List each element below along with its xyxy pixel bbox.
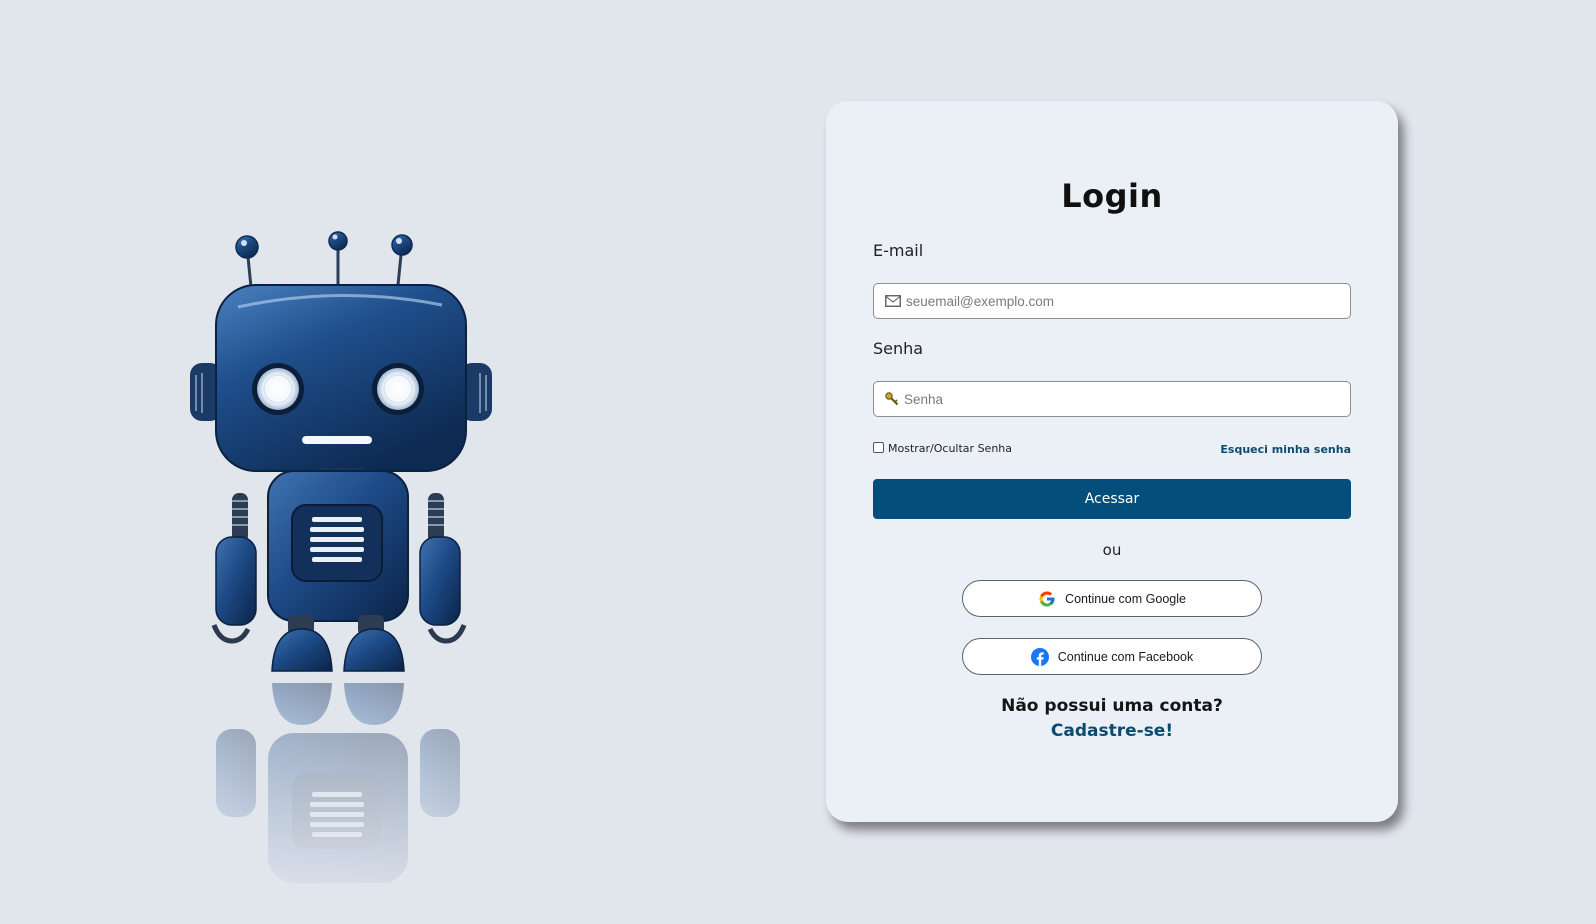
email-label: E-mail bbox=[873, 241, 924, 260]
password-label: Senha bbox=[873, 339, 924, 358]
forgot-password-link[interactable]: Esqueci minha senha bbox=[1220, 443, 1351, 456]
key-icon bbox=[885, 392, 899, 406]
email-field[interactable] bbox=[873, 283, 1351, 319]
signup-link[interactable]: Cadastre-se! bbox=[826, 721, 1398, 741]
login-card: Login E-mail Senha Mostrar/Ocultar Senha… bbox=[826, 101, 1398, 822]
email-input[interactable] bbox=[906, 293, 1326, 309]
robot-image bbox=[180, 231, 510, 915]
show-password-label[interactable]: Mostrar/Ocultar Senha bbox=[888, 442, 1012, 455]
facebook-login-button[interactable]: Continue com Facebook bbox=[962, 638, 1262, 675]
submit-button[interactable]: Acessar bbox=[873, 479, 1351, 519]
or-divider: ou bbox=[1102, 541, 1122, 559]
show-password-toggle[interactable]: Mostrar/Ocultar Senha bbox=[873, 441, 1012, 455]
password-field[interactable] bbox=[873, 381, 1351, 417]
google-button-label: Continue com Google bbox=[1065, 591, 1186, 606]
facebook-button-label: Continue com Facebook bbox=[1057, 649, 1194, 664]
google-login-button[interactable]: Continue com Google bbox=[962, 580, 1262, 617]
options-row: Mostrar/Ocultar Senha Esqueci minha senh… bbox=[873, 441, 1351, 460]
password-input[interactable] bbox=[904, 391, 1324, 407]
google-logo-icon bbox=[1038, 590, 1056, 608]
robot-illustration bbox=[180, 225, 510, 915]
envelope-icon bbox=[885, 295, 901, 307]
show-password-checkbox[interactable] bbox=[873, 441, 884, 453]
page-title: Login bbox=[1061, 177, 1163, 215]
facebook-logo-icon bbox=[1030, 647, 1049, 666]
no-account-text: Não possui uma conta? bbox=[1001, 696, 1223, 716]
